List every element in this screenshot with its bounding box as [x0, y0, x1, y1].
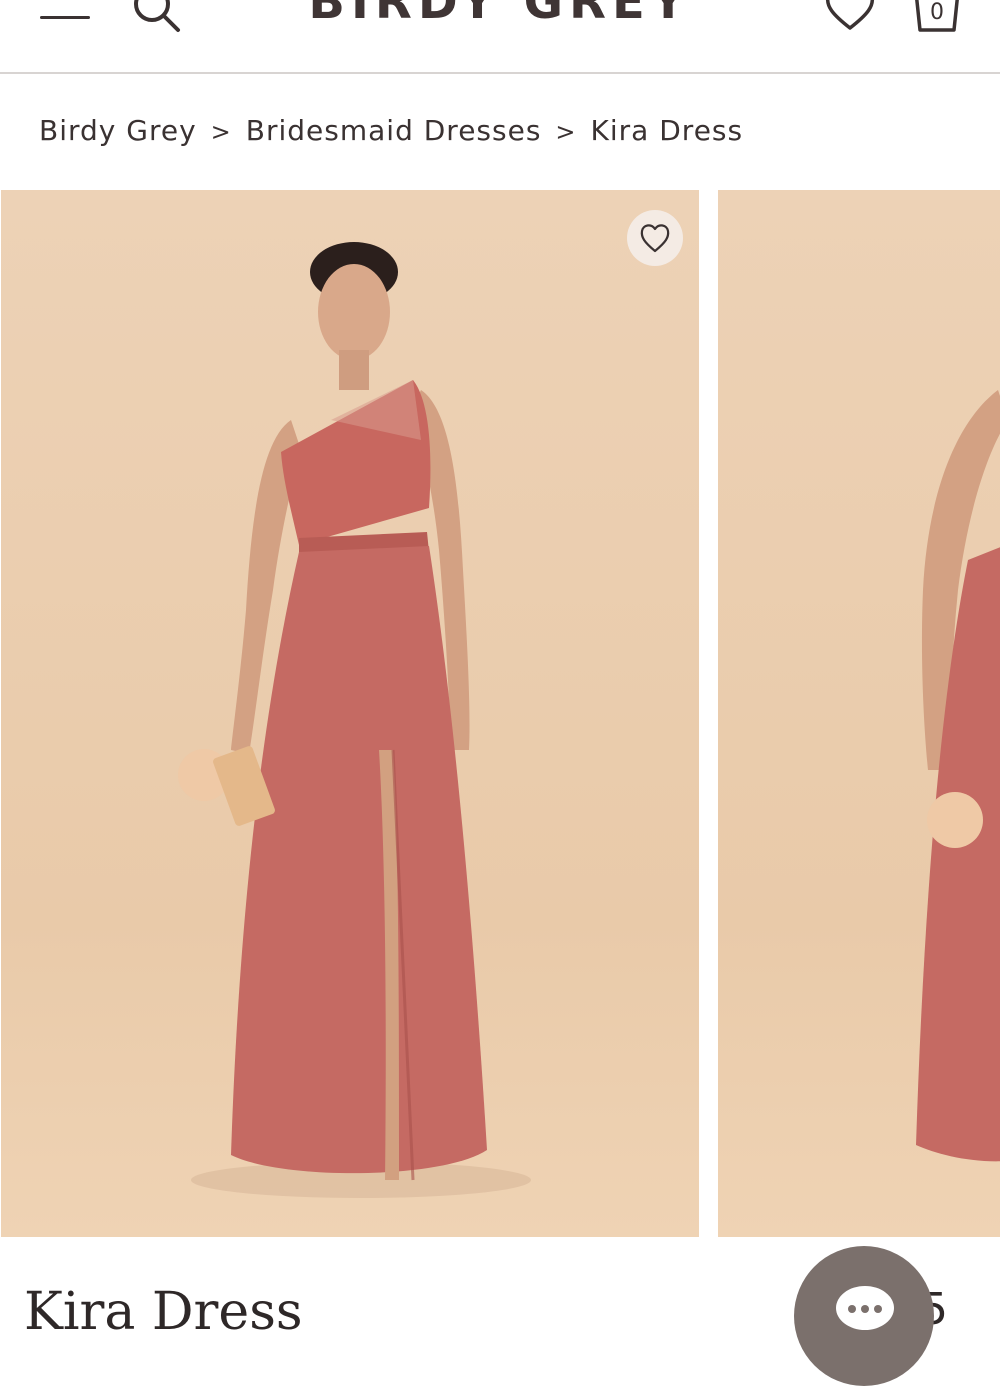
wishlist-button[interactable] [627, 210, 683, 266]
breadcrumb: Birdy Grey > Bridesmaid Dresses > Kira Dress [39, 114, 743, 147]
model-illustration-2 [916, 390, 1000, 1162]
heart-icon[interactable] [822, 0, 878, 32]
chat-dot [848, 1305, 856, 1313]
breadcrumb-separator: > [555, 118, 577, 146]
product-photo-front[interactable] [1, 190, 699, 1237]
chat-button[interactable] [794, 1246, 934, 1386]
bag-button[interactable]: 0 [910, 0, 964, 34]
breadcrumb-item-current: Kira Dress [590, 114, 744, 147]
model-illustration [178, 242, 531, 1198]
site-header: BIRDY GREY 0 [0, 0, 1000, 74]
product-title: Kira Dress [24, 1282, 303, 1342]
product-gallery[interactable] [0, 190, 1000, 1237]
breadcrumb-item-bridesmaid-dresses[interactable]: Bridesmaid Dresses [246, 114, 542, 147]
bag-count: 0 [930, 0, 944, 25]
chat-dot [874, 1305, 882, 1313]
breadcrumb-separator: > [210, 118, 232, 146]
product-photo-back[interactable] [718, 190, 1000, 1237]
heart-outline-icon [640, 224, 670, 253]
breadcrumb-item-home[interactable]: Birdy Grey [39, 114, 197, 147]
chat-dot [861, 1305, 869, 1313]
